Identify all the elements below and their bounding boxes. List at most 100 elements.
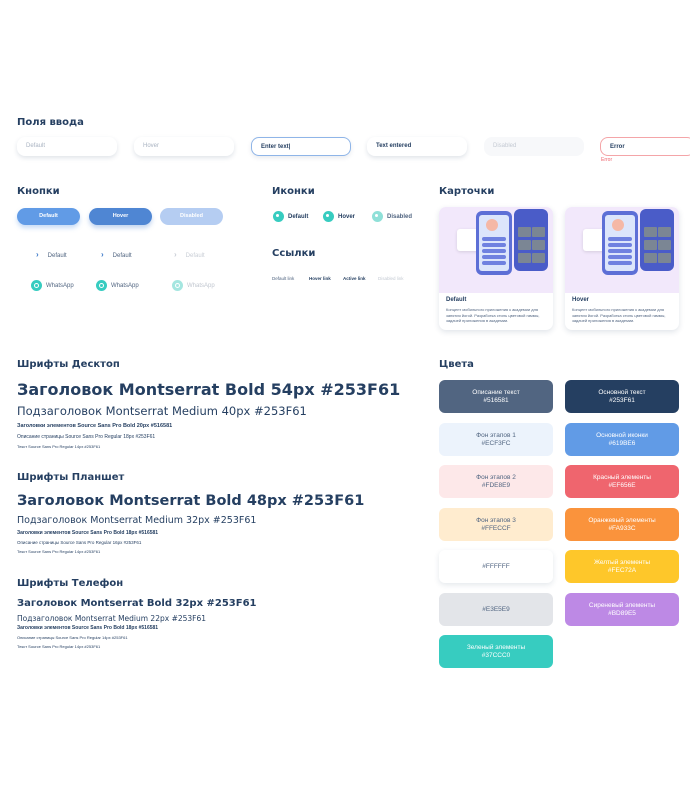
- card-description: Концепт мобильного приложения к академии…: [446, 307, 540, 323]
- button-disabled[interactable]: Disabled: [160, 208, 223, 225]
- color-swatch: Фон этапов 3 #FFECCF: [439, 507, 553, 541]
- color-swatch: #FFFFFF: [439, 550, 553, 583]
- input-hover[interactable]: Hover: [134, 137, 234, 156]
- chevron-button-hover[interactable]: › Default: [101, 246, 132, 263]
- color-swatch: Сиреневый элементы #BD89E5: [565, 592, 679, 626]
- desktop-p2-sample: Текст Source Sans Pro Regular 14px #253F…: [17, 444, 101, 449]
- phone-h1-sample: Заголовок Montserrat Bold 32px #253F61: [17, 598, 257, 609]
- color-swatch: Желтый элементы #FEC72A: [565, 550, 679, 583]
- color-swatch: Фон этапов 2 #FDE8E9: [439, 465, 553, 498]
- link-disabled[interactable]: Disabled link: [378, 276, 404, 281]
- avatar: [486, 219, 498, 231]
- color-swatch-name: Сиреневый элементы: [588, 601, 656, 609]
- link-hover[interactable]: Hover link: [309, 276, 331, 281]
- location-icon: [323, 210, 334, 222]
- phone-mockup: [602, 211, 638, 275]
- color-swatch: Красный элементы #EF656E: [565, 465, 679, 498]
- color-swatch-hex: #BD89E5: [608, 609, 636, 617]
- whatsapp-button-default[interactable]: WhatsApp: [31, 279, 74, 293]
- color-swatch-hex: #253F61: [609, 397, 635, 404]
- input-error-message: Error: [601, 157, 613, 163]
- card-default[interactable]: Default Концепт мобильного приложения к …: [439, 207, 553, 330]
- color-swatch: Описание текст #516581: [439, 380, 553, 413]
- button-hover[interactable]: Hover: [89, 208, 152, 225]
- color-swatch: Основной текст #253F61: [565, 380, 679, 413]
- section-title-fonts-tablet: Шрифты Планшет: [17, 472, 125, 483]
- color-swatch-name: Фон этапов 2: [476, 474, 516, 481]
- color-swatch-name: Желтый элементы: [593, 559, 651, 566]
- color-swatch-hex: #FFFFFF: [482, 563, 510, 570]
- color-swatch: #E3E5E9: [439, 592, 553, 626]
- phone-mockup-second: [514, 209, 548, 271]
- color-swatch-name: Описание текст: [472, 389, 520, 396]
- location-icon: [273, 210, 284, 222]
- color-swatch-name: Оранжевый элементы: [588, 516, 656, 524]
- color-swatch-hex: #FFECCF: [481, 524, 511, 532]
- card-title: Default: [446, 297, 467, 303]
- card-illustration: [565, 207, 679, 293]
- link-default[interactable]: Default link: [272, 276, 294, 281]
- color-swatch-hex: #516581: [483, 397, 509, 404]
- color-swatch-hex: #619BE6: [608, 439, 636, 447]
- color-swatch-name: Зеленый элементы: [466, 644, 526, 651]
- tablet-p1-sample: Описание страницы Source Sans Pro Regula…: [17, 540, 142, 545]
- card-hover[interactable]: Hover Концепт мобильного приложения к ак…: [565, 207, 679, 330]
- phone-h3-sample: Заголовки элементов Source Sans Pro Bold…: [17, 625, 159, 631]
- tablet-p2-sample: Текст Source Sans Pro Regular 14px #253F…: [17, 549, 101, 554]
- section-title-inputs: Поля ввода: [17, 117, 84, 128]
- chevron-right-icon: ›: [36, 250, 39, 259]
- whatsapp-icon: [31, 279, 42, 291]
- desktop-h1-sample: Заголовок Montserrat Bold 54px #253F61: [17, 380, 401, 399]
- section-title-cards: Карточки: [439, 186, 495, 197]
- input-error[interactable]: Error: [600, 137, 690, 156]
- color-swatch-hex: #ECF3FC: [481, 439, 511, 447]
- section-title-links: Ссылки: [272, 248, 316, 259]
- color-swatch: Фон этапов 1 #ECF3FC: [439, 422, 553, 456]
- whatsapp-button-hover[interactable]: WhatsApp: [96, 279, 139, 293]
- location-icon: [372, 210, 383, 222]
- desktop-h2-sample: Подзаголовок Montserrat Medium 40px #253…: [17, 404, 307, 418]
- chevron-button-default[interactable]: › Default: [36, 246, 67, 263]
- color-swatch-name: Фон этапов 1: [476, 431, 516, 439]
- card-description: Концепт мобильного приложения к академии…: [572, 307, 666, 323]
- section-title-colors: Цвета: [439, 359, 474, 370]
- card-illustration: [439, 207, 553, 293]
- color-swatch-hex: #FDE8E9: [481, 482, 511, 489]
- input-focus[interactable]: Enter text|: [251, 137, 351, 156]
- color-swatch-name: Фон этапов 3: [476, 516, 516, 524]
- color-swatch-hex: #EF656E: [608, 482, 636, 489]
- tablet-h2-sample: Подзаголовок Montserrat Medium 32px #253…: [17, 515, 257, 526]
- input-default[interactable]: Default: [17, 137, 117, 156]
- color-swatch-name: Основной иконки: [596, 431, 648, 439]
- section-title-buttons: Кнопки: [17, 186, 60, 197]
- icon-hover[interactable]: Hover: [323, 210, 355, 224]
- whatsapp-icon: [172, 279, 183, 291]
- color-swatch: Основной иконки #619BE6: [565, 422, 679, 456]
- phone-p1-sample: Описание страницы Source Sans Pro Regula…: [17, 635, 128, 640]
- phone-p2-sample: Текст Source Sans Pro Regular 14px #253F…: [17, 644, 101, 649]
- section-title-fonts-phone: Шрифты Телефон: [17, 578, 124, 589]
- color-swatch: Оранжевый элементы #FA933C: [565, 507, 679, 541]
- phone-mockup: [476, 211, 512, 275]
- icon-default[interactable]: Default: [273, 210, 308, 224]
- whatsapp-button-disabled[interactable]: WhatsApp: [172, 279, 215, 293]
- color-swatch-hex: #FEC72A: [607, 567, 637, 574]
- color-swatch: Зеленый элементы #37CCC0: [439, 635, 553, 668]
- button-default[interactable]: Default: [17, 208, 80, 225]
- phone-mockup-second: [640, 209, 674, 271]
- section-title-fonts-desktop: Шрифты Десктоп: [17, 359, 120, 370]
- desktop-p1-sample: Описание страницы Source Sans Pro Regula…: [17, 434, 156, 440]
- card-title: Hover: [572, 297, 590, 303]
- icon-disabled[interactable]: Disabled: [372, 210, 412, 224]
- chevron-right-icon: ›: [174, 250, 177, 259]
- chevron-button-disabled[interactable]: › Default: [174, 246, 205, 263]
- input-disabled[interactable]: Disabled: [484, 137, 584, 156]
- desktop-h3-sample: Заголовки элементов Source Sans Pro Bold…: [17, 423, 173, 429]
- link-active[interactable]: Active link: [343, 276, 366, 281]
- whatsapp-icon: [96, 279, 107, 291]
- section-title-icons: Иконки: [272, 186, 315, 197]
- color-swatch-hex: #E3E5E9: [482, 605, 510, 613]
- tablet-h3-sample: Заголовки элементов Source Sans Pro Bold…: [17, 530, 159, 536]
- tablet-h1-sample: Заголовок Montserrat Bold 48px #253F61: [17, 493, 365, 509]
- input-entered[interactable]: Text entered: [367, 137, 467, 156]
